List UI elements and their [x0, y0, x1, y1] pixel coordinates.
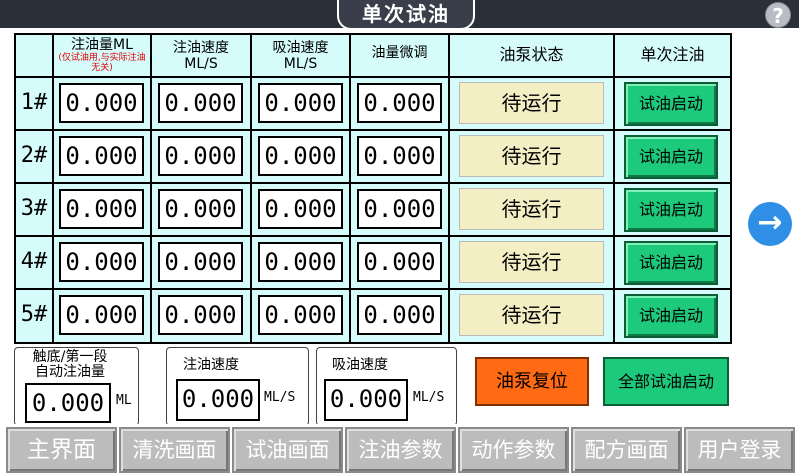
- nav-main-screen[interactable]: 主界面: [6, 427, 117, 473]
- arrow-right-icon[interactable]: →: [748, 202, 792, 246]
- suck-speed-label: 吸油速度: [332, 357, 388, 373]
- inject-speed-label: 注油速度: [183, 357, 239, 373]
- suck-speed-input[interactable]: 0.000: [258, 295, 343, 335]
- header-inject-amount: 注油量ML (仅试油用,与实际注油无关): [54, 37, 150, 73]
- fine-tune-input[interactable]: 0.000: [357, 189, 442, 229]
- header-inject-speed: 注油速度 ML/S: [152, 40, 250, 72]
- row-label: 5#: [20, 302, 48, 327]
- header-inject-amount-note: (仅试油用,与实际注油无关): [58, 53, 146, 73]
- fine-tune-input[interactable]: 0.000: [357, 295, 442, 335]
- grid-line: [14, 76, 732, 78]
- inject-speed-input[interactable]: 0.000: [158, 242, 243, 282]
- auto-amount-unit: ML: [116, 393, 132, 408]
- fine-tune-input[interactable]: 0.000: [357, 242, 442, 282]
- help-icon[interactable]: ?: [765, 2, 791, 28]
- grid-line: [349, 33, 351, 344]
- fine-tune-input[interactable]: 0.000: [357, 136, 442, 176]
- row-label: 1#: [20, 90, 48, 115]
- trial-start-button[interactable]: 试油启动: [624, 188, 718, 232]
- trial-start-button[interactable]: 试油启动: [624, 294, 718, 338]
- pump-status-badge: 待运行: [459, 82, 604, 124]
- nav-inject-params[interactable]: 注油参数: [345, 427, 456, 473]
- nav-clean-screen[interactable]: 清洗画面: [119, 427, 230, 473]
- grid-line: [14, 129, 732, 131]
- grid-line: [448, 33, 450, 344]
- suck-speed-input[interactable]: 0.000: [258, 83, 343, 123]
- grid-line: [52, 33, 54, 344]
- bottom-suck-speed-input[interactable]: 0.000: [324, 379, 408, 421]
- inject-speed-input[interactable]: 0.000: [158, 136, 243, 176]
- header-suck-speed-label: 吸油速度: [272, 40, 329, 56]
- nav-recipe-screen[interactable]: 配方画面: [571, 427, 682, 473]
- amount-input[interactable]: 0.000: [59, 242, 144, 282]
- nav-user-login[interactable]: 用户登录: [684, 427, 795, 473]
- auto-amount-label: 触底/第一段 自动注油量: [32, 349, 108, 380]
- suck-speed-input[interactable]: 0.000: [258, 136, 343, 176]
- amount-input[interactable]: 0.000: [59, 83, 144, 123]
- grid-line: [250, 33, 252, 344]
- pump-status-badge: 待运行: [459, 188, 604, 230]
- header-suck-speed-unit: ML/S: [283, 56, 318, 72]
- grid-line: [14, 288, 732, 290]
- amount-input[interactable]: 0.000: [59, 136, 144, 176]
- row-label: 4#: [20, 249, 48, 274]
- nav-action-params[interactable]: 动作参数: [458, 427, 569, 473]
- inject-speed-unit: ML/S: [264, 390, 296, 405]
- auto-amount-input[interactable]: 0.000: [25, 383, 111, 423]
- fine-tune-input[interactable]: 0.000: [357, 83, 442, 123]
- trial-start-button[interactable]: 试油启动: [624, 135, 718, 179]
- grid-line: [14, 182, 732, 184]
- amount-input[interactable]: 0.000: [59, 295, 144, 335]
- all-trial-start-button[interactable]: 全部试油启动: [603, 357, 729, 406]
- trial-start-button[interactable]: 试油启动: [624, 241, 718, 285]
- header-suck-speed: 吸油速度 ML/S: [252, 40, 349, 72]
- nav-trial-screen[interactable]: 试油画面: [232, 427, 343, 473]
- page-title: 单次试油: [337, 0, 475, 30]
- header-fine-tune: 油量微调: [371, 45, 428, 61]
- row-label: 2#: [20, 143, 48, 168]
- grid-line: [150, 33, 152, 344]
- suck-speed-input[interactable]: 0.000: [258, 242, 343, 282]
- header-single-inject: 单次注油: [640, 45, 705, 64]
- grid-line: [613, 33, 615, 344]
- amount-input[interactable]: 0.000: [59, 189, 144, 229]
- pump-status-badge: 待运行: [459, 294, 604, 336]
- grid-line: [14, 235, 732, 237]
- header-pump-status: 油泵状态: [499, 45, 564, 64]
- suck-speed-input[interactable]: 0.000: [258, 189, 343, 229]
- row-label: 3#: [20, 196, 48, 221]
- trial-start-button[interactable]: 试油启动: [624, 82, 718, 126]
- suck-speed-unit: ML/S: [413, 390, 445, 405]
- pump-reset-button[interactable]: 油泵复位: [475, 357, 589, 406]
- bottom-inject-speed-input[interactable]: 0.000: [176, 379, 260, 421]
- inject-speed-input[interactable]: 0.000: [158, 189, 243, 229]
- inject-speed-input[interactable]: 0.000: [158, 295, 243, 335]
- header-inject-speed-unit: ML/S: [184, 56, 218, 72]
- pump-status-badge: 待运行: [459, 241, 604, 283]
- header-inject-amount-label: 注油量ML: [71, 37, 133, 53]
- pump-status-badge: 待运行: [459, 135, 604, 177]
- header-inject-speed-label: 注油速度: [173, 40, 229, 56]
- inject-speed-input[interactable]: 0.000: [158, 83, 243, 123]
